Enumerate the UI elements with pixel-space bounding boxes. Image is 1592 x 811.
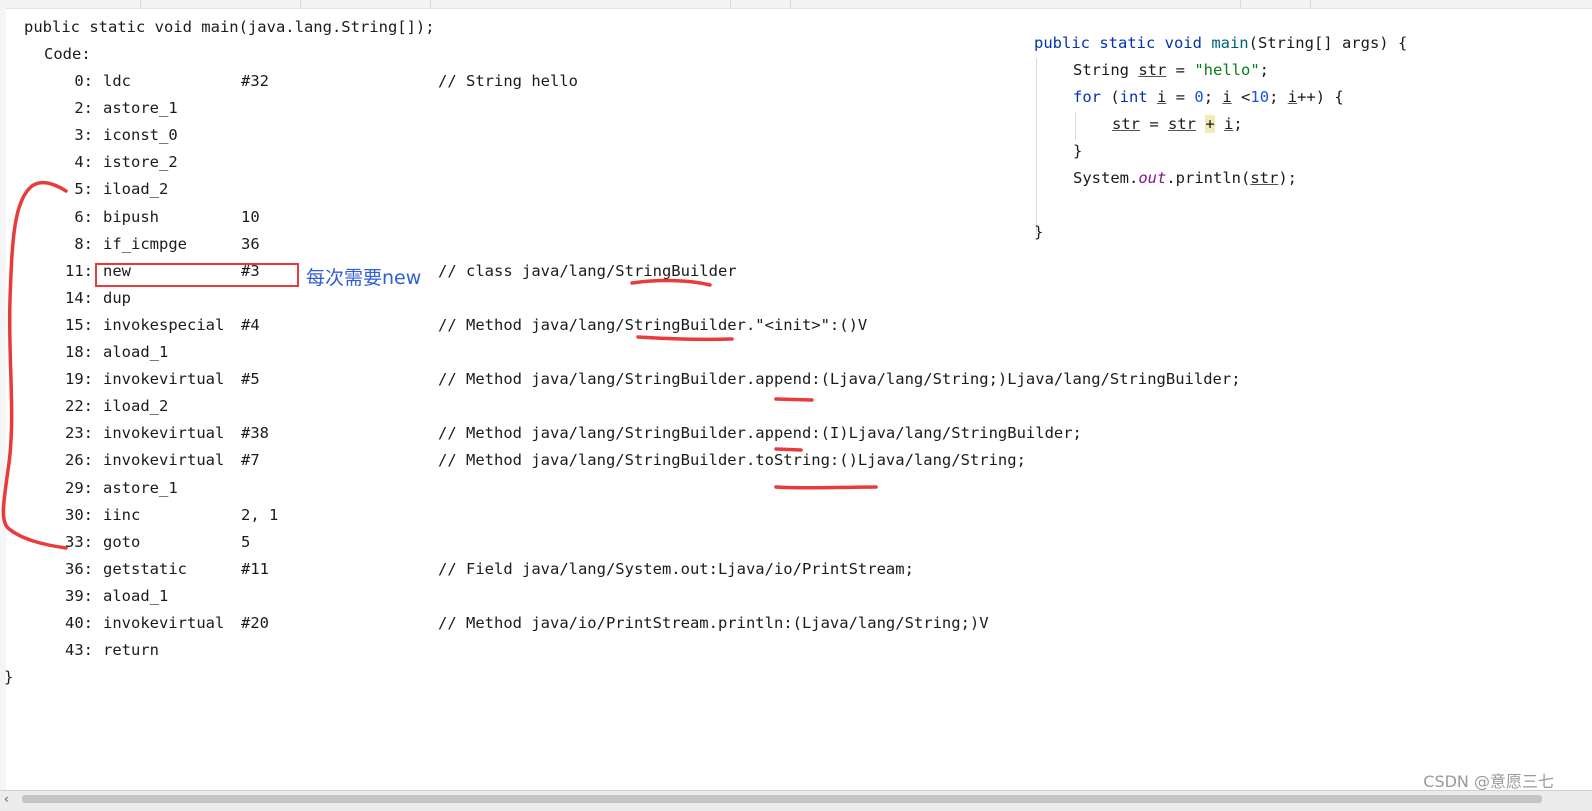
code-text: ; (1259, 61, 1269, 79)
loop-bracket-mark (1, 180, 68, 550)
scrollbar-thumb[interactable] (22, 795, 1542, 803)
keyword: public static void (1034, 34, 1212, 52)
variable: i (1287, 88, 1298, 106)
method-name: main (1211, 34, 1249, 52)
code-text: (String[] args) { (1248, 34, 1408, 52)
code-text: ; (1203, 88, 1223, 106)
left-arrow-icon[interactable]: ‹ (4, 792, 9, 806)
code-text: ( (1101, 88, 1120, 106)
code-text: ; (1269, 88, 1288, 106)
source-line-5: } (1073, 142, 1083, 160)
code-text: .println( (1166, 169, 1251, 187)
code-text: ; (1233, 115, 1243, 133)
watermark: CSDN @意愿三七 (1423, 772, 1554, 791)
code-text: ); (1278, 169, 1297, 187)
variable: str (1138, 61, 1167, 79)
variable: str (1112, 115, 1140, 133)
code-text: ++) { (1297, 88, 1344, 106)
code-text: = (1166, 61, 1195, 79)
source-line-3: for (int i = 0; i <10; i++) { (1073, 84, 1344, 111)
variable: str (1168, 115, 1196, 133)
code-text: System. (1073, 169, 1139, 187)
code-text: < (1231, 88, 1251, 106)
source-line-7: } (1034, 223, 1044, 241)
variable: i (1222, 88, 1232, 106)
static-field: out (1138, 169, 1167, 187)
underline-append-2 (774, 447, 803, 452)
keyword: for (1073, 88, 1101, 106)
indent-guide (1036, 58, 1037, 234)
keyword: int (1119, 88, 1148, 106)
indent-guide (1075, 112, 1076, 140)
variable: i (1157, 88, 1167, 106)
plus-operator: + (1205, 115, 1215, 133)
code-text: = (1140, 115, 1168, 133)
variable: i (1224, 115, 1234, 133)
underline-append-1 (774, 397, 814, 402)
underline-stringbuilder-1 (630, 278, 712, 287)
string-literal: "hello" (1194, 61, 1260, 79)
source-line-1: public static void main(String[] args) { (1034, 30, 1407, 57)
source-line-6: System.out.println(str); (1073, 165, 1297, 192)
java-source-snippet: public static void main(String[] args) {… (1032, 30, 1572, 241)
variable: str (1250, 169, 1279, 187)
code-text: String (1073, 61, 1139, 79)
number-literal: 0 (1194, 88, 1204, 106)
number-literal: 10 (1250, 88, 1270, 106)
underline-stringbuilder-2 (636, 335, 734, 342)
source-line-2: String str = "hello"; (1073, 57, 1269, 84)
source-line-4: str = str + i; (1112, 111, 1243, 138)
underline-tostring (774, 485, 878, 490)
code-text: = (1166, 88, 1195, 106)
horizontal-scrollbar[interactable]: ‹ (0, 790, 1592, 811)
